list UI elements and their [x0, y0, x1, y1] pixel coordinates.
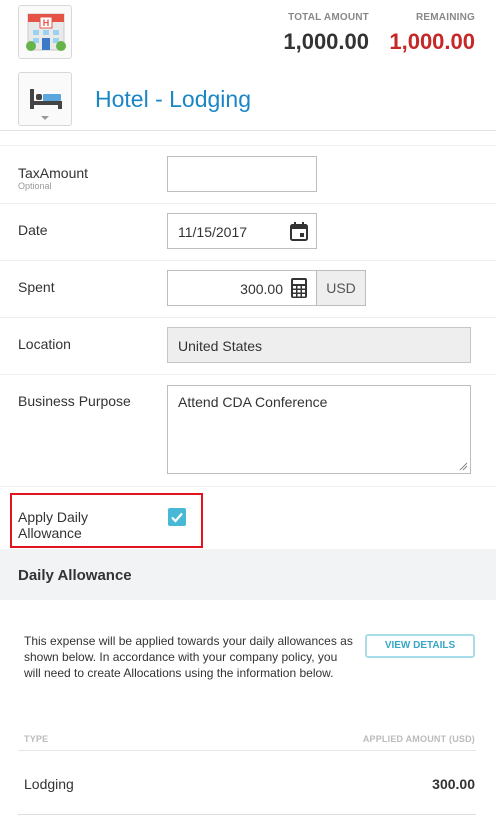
location-value: United States: [178, 338, 263, 354]
business-purpose-row: Business Purpose Attend CDA Conference: [0, 374, 496, 486]
date-value: 11/15/2017: [178, 224, 248, 240]
date-label: Date: [18, 222, 48, 238]
total-amount-value: 1,000.00: [283, 29, 369, 54]
calendar-icon[interactable]: [289, 221, 309, 241]
spent-label: Spent: [18, 279, 55, 295]
optional-label: Optional: [18, 181, 52, 191]
bed-icon: [30, 89, 62, 109]
hotel-building-icon: H: [26, 13, 66, 51]
tax-amount-label: TaxAmount: [18, 165, 89, 181]
business-purpose-value: Attend CDA Conference: [178, 394, 328, 410]
table-cell-type: Lodging: [24, 776, 74, 792]
expense-header: H TOTAL AMOUNT 1,000.00 REMAINING 1,000.…: [0, 0, 496, 131]
resize-handle-icon[interactable]: [459, 462, 468, 471]
table-header-type: TYPE: [24, 734, 49, 744]
table-header-applied-amount: APPLIED AMOUNT (USD): [362, 734, 475, 744]
date-row: Date 11/15/2017: [0, 203, 496, 260]
location-row: Location United States: [0, 317, 496, 374]
chevron-down-icon: [41, 116, 49, 120]
table-bottom-divider: [18, 814, 476, 815]
category-selector[interactable]: [18, 72, 72, 126]
total-amount-label: TOTAL AMOUNT: [288, 12, 369, 23]
table-cell-amount: 300.00: [432, 776, 475, 792]
hotel-icon-tile: H: [18, 5, 72, 59]
business-purpose-textarea[interactable]: Attend CDA Conference: [167, 385, 471, 474]
spent-value: 300.00: [240, 281, 283, 297]
view-details-button[interactable]: VIEW DETAILS: [365, 634, 475, 658]
currency-addon: USD: [316, 270, 366, 306]
tax-amount-input[interactable]: [167, 156, 317, 192]
daily-allowance-title: Daily Allowance: [18, 567, 132, 584]
total-amount: TOTAL AMOUNT 1,000.00: [283, 12, 369, 55]
date-input[interactable]: 11/15/2017: [167, 213, 317, 249]
location-input: United States: [167, 327, 471, 363]
business-purpose-label: Business Purpose: [18, 393, 131, 409]
calculator-icon[interactable]: [290, 277, 308, 299]
page-title: Hotel - Lodging: [95, 86, 251, 112]
daily-allowance-header: Daily Allowance: [0, 549, 496, 600]
svg-text:H: H: [43, 18, 50, 28]
spent-row: Spent 300.00 USD: [0, 260, 496, 317]
table-header-divider: [18, 750, 476, 751]
location-label: Location: [18, 336, 71, 352]
remaining-amount: REMAINING 1,000.00: [389, 12, 475, 55]
remaining-value: 1,000.00: [389, 29, 475, 54]
tax-amount-row: TaxAmount Optional: [0, 145, 496, 203]
remaining-label: REMAINING: [415, 12, 475, 23]
spent-input[interactable]: 300.00: [167, 270, 317, 306]
daily-allowance-description: This expense will be applied towards you…: [24, 634, 353, 680]
highlight-box: [10, 493, 203, 548]
